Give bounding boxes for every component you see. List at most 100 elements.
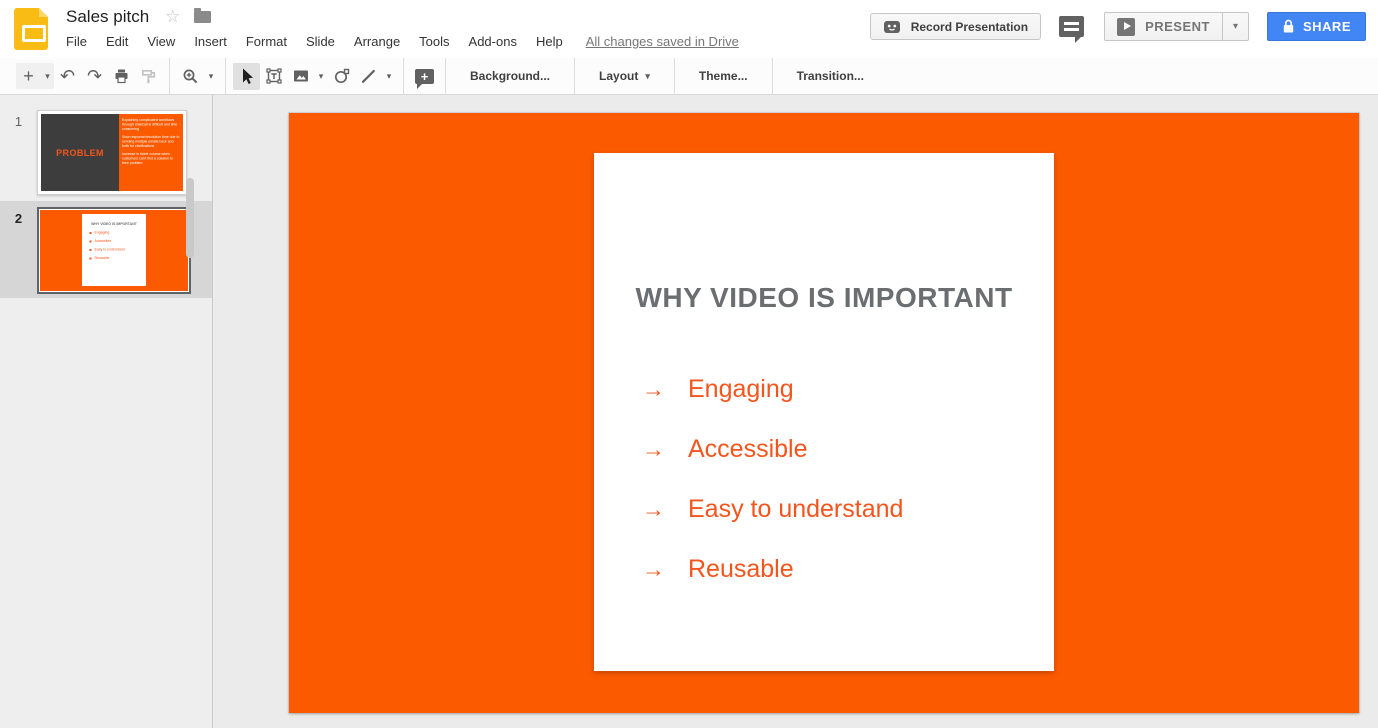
share-button[interactable]: SHARE [1267,12,1366,41]
shape-tool-button[interactable] [328,63,355,90]
bullet-arrow-icon: → [642,496,688,523]
toolbar-separator [674,58,675,95]
background-button[interactable]: Background... [453,58,567,95]
bullet-item: → Easy to understand [642,479,1044,539]
paint-format-button[interactable] [135,63,162,90]
print-button[interactable] [108,63,135,90]
slide-1-thumbnail[interactable]: PROBLEM Explaining complicated workflows… [37,110,187,195]
bullet-text: Engaging [688,375,794,404]
lock-icon [1282,19,1295,34]
menu-edit[interactable]: Edit [106,34,128,49]
thumb1-title: PROBLEM [56,148,104,158]
present-button[interactable]: PRESENT [1104,12,1223,41]
record-camera-icon [883,18,903,36]
record-presentation-label: Record Presentation [911,20,1028,34]
theme-button[interactable]: Theme... [682,58,765,95]
layout-button[interactable]: Layout ▾ [582,58,667,95]
filmstrip-row-2-selected: 2 WHY VIDEO IS IMPORTANT Engaging Access… [0,201,212,298]
bullet-arrow-icon: → [642,556,688,583]
menu-addons[interactable]: Add-ons [469,34,517,49]
thumb1-paragraph: Explaining complicated workflows through… [122,118,180,132]
thumb1-dark-panel: PROBLEM [41,114,119,191]
menu-arrange[interactable]: Arrange [354,34,400,49]
record-presentation-button[interactable]: Record Presentation [870,13,1041,40]
thumb1-paragraph: Slow response/resolution time due to sen… [122,135,180,149]
toolbar-separator [169,58,170,95]
bullet-arrow-icon: → [642,436,688,463]
bullet-text: Accessible [688,435,808,464]
thumb2-content-box: WHY VIDEO IS IMPORTANT Engaging Accessib… [82,214,146,286]
slides-logo-icon[interactable] [14,8,48,50]
folder-icon[interactable] [194,11,211,23]
menu-tools[interactable]: Tools [419,34,449,49]
slide-canvas: WHY VIDEO IS IMPORTANT → Engaging → Acce… [213,95,1378,728]
title-block: Sales pitch ☆ File Edit View Insert Form… [66,5,739,49]
toolbar-separator [574,58,575,95]
slide-filmstrip: 1 PROBLEM Explaining complicated workflo… [0,95,213,728]
menu-bar: File Edit View Insert Format Slide Arran… [66,34,739,49]
paint-format-icon [140,68,157,85]
bullet-item: → Engaging [642,359,1044,419]
undo-button[interactable]: ↶ [54,63,81,90]
share-label: SHARE [1303,19,1351,34]
play-icon [1117,18,1135,36]
slide-2-number: 2 [0,207,37,292]
menu-insert[interactable]: Insert [194,34,227,49]
thumb2-bullet: Accessible [90,240,146,244]
thumb2-bullet: Engaging [90,231,146,235]
present-button-group: PRESENT ▾ [1104,12,1249,41]
toolbar-separator [403,58,404,95]
current-slide[interactable]: WHY VIDEO IS IMPORTANT → Engaging → Acce… [289,113,1359,713]
comment-plus-icon: + [415,69,434,84]
redo-button[interactable]: ↷ [81,63,108,90]
slide-2-thumbnail[interactable]: WHY VIDEO IS IMPORTANT Engaging Accessib… [37,207,191,294]
slide-content-box[interactable]: WHY VIDEO IS IMPORTANT → Engaging → Acce… [594,153,1054,671]
insert-comment-button[interactable]: + [411,63,438,90]
bullet-item: → Reusable [642,539,1044,599]
shape-icon [333,67,351,85]
thumb1-paragraph: Increase in ticket volume when customers… [122,152,180,166]
new-slide-dropdown[interactable]: ▾ [41,63,54,89]
menu-help[interactable]: Help [536,34,563,49]
toolbar-separator [225,58,226,95]
select-tool-button[interactable] [233,63,260,90]
star-icon[interactable]: ☆ [165,7,180,27]
bullet-item: → Accessible [642,419,1044,479]
menu-file[interactable]: File [66,34,87,49]
transition-button[interactable]: Transition... [780,58,881,95]
document-title[interactable]: Sales pitch [66,7,149,27]
saved-status-link[interactable]: All changes saved in Drive [586,34,739,49]
bullet-arrow-icon: → [642,376,688,403]
thumb1-text-panel: Explaining complicated workflows through… [119,114,183,191]
new-slide-button[interactable]: + [16,63,41,89]
layout-dropdown-caret: ▾ [645,71,650,82]
image-icon [292,68,310,84]
slide-1-number: 1 [0,110,37,195]
print-icon [113,68,130,85]
line-icon [360,68,377,85]
zoom-button[interactable] [177,63,204,90]
present-dropdown-button[interactable]: ▾ [1223,12,1249,41]
filmstrip-row-1: 1 PROBLEM Explaining complicated workflo… [0,104,212,201]
new-slide-button-group: + ▾ [16,63,54,89]
comments-icon[interactable] [1059,16,1084,37]
filmstrip-scrollbar[interactable] [186,178,194,258]
menu-slide[interactable]: Slide [306,34,335,49]
line-tool-button[interactable] [355,63,382,90]
image-dropdown[interactable]: ▾ [314,63,328,90]
toolbar-separator [772,58,773,95]
slide-bullet-list[interactable]: → Engaging → Accessible → Easy to unders… [642,359,1044,599]
thumb2-bullet-list: Engaging Accessible Easy to understand R… [90,231,146,261]
line-dropdown[interactable]: ▾ [382,63,396,90]
insert-image-button[interactable] [287,63,314,90]
top-header: Sales pitch ☆ File Edit View Insert Form… [0,0,1378,58]
thumb2-bullet: Easy to understand [90,248,146,252]
menu-format[interactable]: Format [246,34,287,49]
slide-title[interactable]: WHY VIDEO IS IMPORTANT [594,281,1054,315]
text-box-tool-button[interactable] [260,63,287,90]
toolbar: + ▾ ↶ ↷ ▾ [0,58,1378,95]
zoom-dropdown[interactable]: ▾ [204,63,218,90]
google-slides-app: Sales pitch ☆ File Edit View Insert Form… [0,0,1378,728]
menu-view[interactable]: View [147,34,175,49]
bullet-text: Reusable [688,555,794,584]
